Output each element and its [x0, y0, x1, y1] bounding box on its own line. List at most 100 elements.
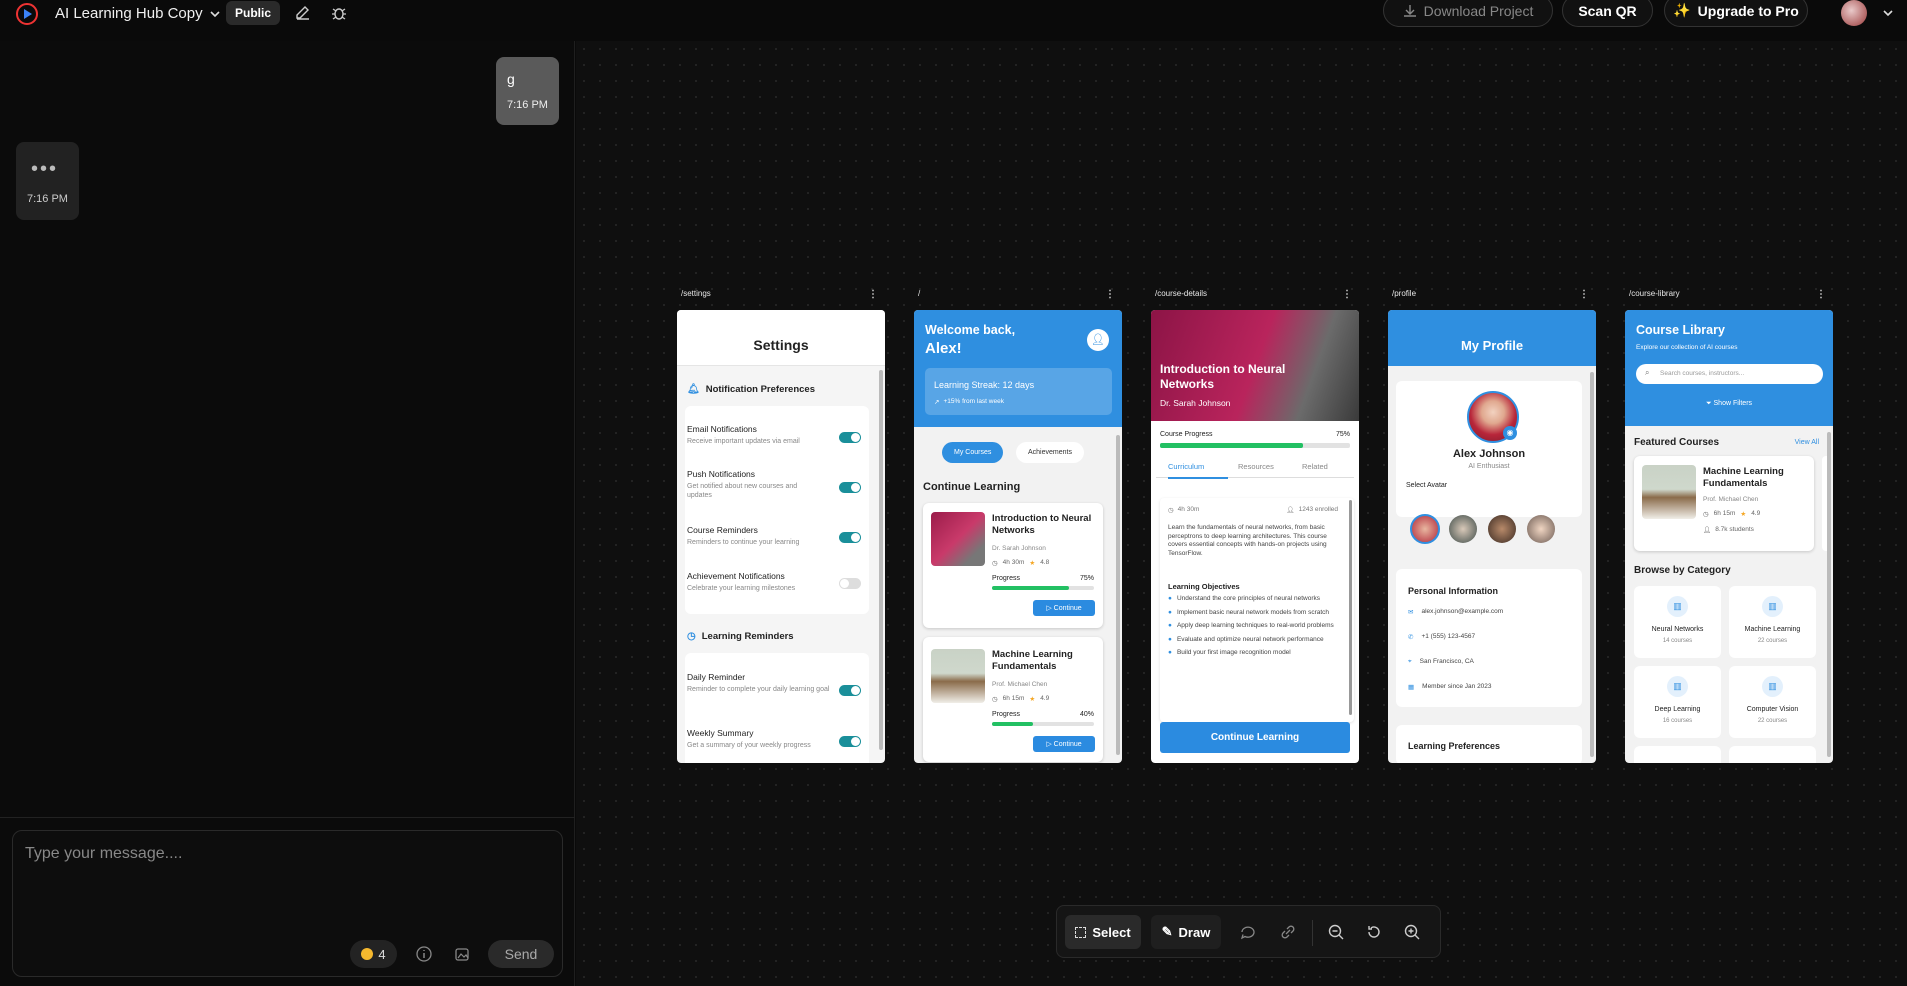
users-icon: 👤︎	[1703, 527, 1712, 534]
featured-course-card[interactable]: Machine Learning Fundamentals Prof. Mich…	[1634, 456, 1814, 551]
scrollbar[interactable]	[1827, 432, 1831, 757]
category-card[interactable]: ▥ Deep Learning 16 courses	[1634, 666, 1721, 738]
continue-button[interactable]: ▷ Continue	[1033, 600, 1095, 616]
profile-screen[interactable]: My Profile ◉ Alex Johnson AI Enthusiast …	[1388, 310, 1596, 763]
select-icon	[1075, 926, 1087, 938]
avatar-option[interactable]	[1410, 514, 1440, 544]
scrollbar[interactable]	[1116, 435, 1120, 755]
chevron-down-icon[interactable]	[1882, 7, 1894, 19]
more-icon[interactable]: ⋮	[1579, 289, 1589, 300]
course-details-screen[interactable]: Introduction to Neural Networks Dr. Sara…	[1151, 310, 1359, 763]
zoom-in-icon[interactable]	[1403, 923, 1421, 941]
push-notifications-toggle[interactable]	[839, 482, 861, 493]
category-card[interactable]	[1634, 746, 1721, 763]
frame-label-profile[interactable]: /profile	[1392, 289, 1416, 298]
course-thumbnail	[1642, 465, 1696, 519]
upgrade-button[interactable]: ✨ Upgrade to Pro	[1664, 0, 1808, 27]
category-card[interactable]: ▥ Neural Networks 14 courses	[1634, 586, 1721, 658]
avatar-option[interactable]	[1488, 515, 1516, 543]
play-icon: ▷	[1046, 605, 1054, 612]
bug-icon[interactable]	[330, 4, 348, 22]
avatar-option[interactable]	[1527, 515, 1555, 543]
settings-screen[interactable]: Settings 🔔︎ Notification Preferences Ema…	[677, 310, 885, 763]
view-all-link[interactable]: View All	[1795, 439, 1819, 446]
user-avatar[interactable]	[1841, 0, 1867, 26]
reset-zoom-icon[interactable]	[1365, 923, 1383, 941]
continue-learning-button[interactable]: Continue Learning	[1160, 722, 1350, 753]
clock-icon: ◷	[687, 631, 696, 642]
course-card[interactable]: Introduction to Neural Networks Dr. Sara…	[923, 503, 1103, 628]
course-card[interactable]: Machine Learning Fundamentals Prof. Mich…	[923, 637, 1103, 762]
avatar-option[interactable]	[1449, 515, 1477, 543]
zoom-out-icon[interactable]	[1327, 923, 1345, 941]
clock-icon: ◷	[1703, 511, 1709, 518]
settings-header: Settings	[677, 310, 885, 366]
tab-resources[interactable]: Resources	[1238, 462, 1274, 471]
user-message: g 7:16 PM	[496, 57, 559, 125]
scrollbar[interactable]	[1349, 500, 1352, 715]
sparkle-icon: ✨	[1673, 2, 1691, 18]
continue-button[interactable]: ▷ Continue	[1033, 736, 1095, 752]
tab-my-courses[interactable]: My Courses	[942, 442, 1004, 463]
more-icon[interactable]: ⋮	[1342, 289, 1352, 300]
edit-icon[interactable]	[294, 4, 312, 22]
progress-bar	[992, 586, 1094, 590]
select-tool-button[interactable]: Select	[1065, 915, 1141, 949]
top-bar: AI Learning Hub Copy Public Download Pro…	[0, 0, 1907, 28]
daily-reminder-toggle[interactable]	[839, 685, 861, 696]
category-card[interactable]: ▥ Computer Vision 22 courses	[1729, 666, 1816, 738]
frame-label-course-details[interactable]: /course-details	[1155, 289, 1207, 298]
project-name: AI Learning Hub Copy	[55, 5, 203, 22]
email-notifications-toggle[interactable]	[839, 432, 861, 443]
search-input[interactable]: ⌕ Search courses, instructors...	[1636, 364, 1823, 384]
filter-icon: ⏷	[1705, 400, 1714, 407]
personal-info-card: Personal Information ✉ alex.johnson@examp…	[1396, 569, 1582, 707]
scrollbar[interactable]	[879, 370, 883, 750]
more-icon[interactable]: ⋮	[868, 289, 878, 300]
category-card[interactable]	[1729, 746, 1816, 763]
scrollbar[interactable]	[1590, 372, 1594, 757]
info-icon[interactable]	[415, 945, 433, 963]
learning-preferences-card: Learning Preferences	[1396, 725, 1582, 763]
download-project-button[interactable]: Download Project	[1383, 0, 1553, 27]
course-thumbnail	[931, 649, 985, 703]
canvas-toolbar: Select ✎ Draw	[1056, 905, 1441, 958]
message-input[interactable]: Type your message....	[12, 830, 563, 977]
weekly-summary-toggle[interactable]	[839, 736, 861, 747]
app-logo-icon[interactable]	[16, 3, 38, 25]
course-library-screen[interactable]: Course Library Explore our collection of…	[1625, 310, 1833, 763]
scan-qr-button[interactable]: Scan QR	[1562, 0, 1653, 27]
more-icon[interactable]: ⋮	[1105, 289, 1115, 300]
more-icon[interactable]: ⋮	[1816, 289, 1826, 300]
frame-label-home[interactable]: /	[918, 289, 920, 298]
comment-icon[interactable]	[1239, 923, 1257, 941]
tab-curriculum[interactable]: Curriculum	[1168, 462, 1228, 479]
course-reminders-toggle[interactable]	[839, 532, 861, 543]
home-screen[interactable]: Welcome back, Alex! 👤︎ Learning Streak: …	[914, 310, 1122, 763]
tab-related[interactable]: Related	[1302, 462, 1328, 471]
book-icon: ▥	[1762, 596, 1783, 617]
download-icon	[1403, 4, 1416, 17]
image-upload-icon[interactable]	[454, 945, 472, 963]
frame-label-course-library[interactable]: /course-library	[1629, 289, 1680, 298]
camera-icon[interactable]: ◉	[1503, 426, 1517, 440]
frame-label-settings[interactable]: /settings	[681, 289, 711, 298]
divider	[1312, 920, 1313, 946]
profile-icon[interactable]: 👤︎	[1087, 329, 1109, 351]
category-card[interactable]: ▥ Machine Learning 22 courses	[1729, 586, 1816, 658]
send-button[interactable]: Send	[488, 940, 554, 968]
visibility-badge[interactable]: Public	[226, 1, 281, 25]
typing-indicator: •••	[31, 158, 59, 180]
course-hero-image: Introduction to Neural Networks Dr. Sara…	[1151, 310, 1359, 421]
credits-badge[interactable]: 4	[350, 940, 397, 968]
project-switcher[interactable]: AI Learning Hub Copy	[55, 5, 221, 22]
link-icon[interactable]	[1279, 923, 1297, 941]
page-title: Course Library	[1636, 323, 1725, 337]
achievement-notifications-toggle[interactable]	[839, 578, 861, 589]
show-filters-button[interactable]: ⏷ Show Filters	[1625, 400, 1833, 408]
search-icon: ⌕	[1645, 368, 1650, 377]
draw-tool-button[interactable]: ✎ Draw	[1151, 915, 1221, 949]
book-icon: ▥	[1762, 676, 1783, 697]
tab-achievements[interactable]: Achievements	[1016, 442, 1084, 463]
trend-up-icon: ↗	[934, 399, 940, 406]
